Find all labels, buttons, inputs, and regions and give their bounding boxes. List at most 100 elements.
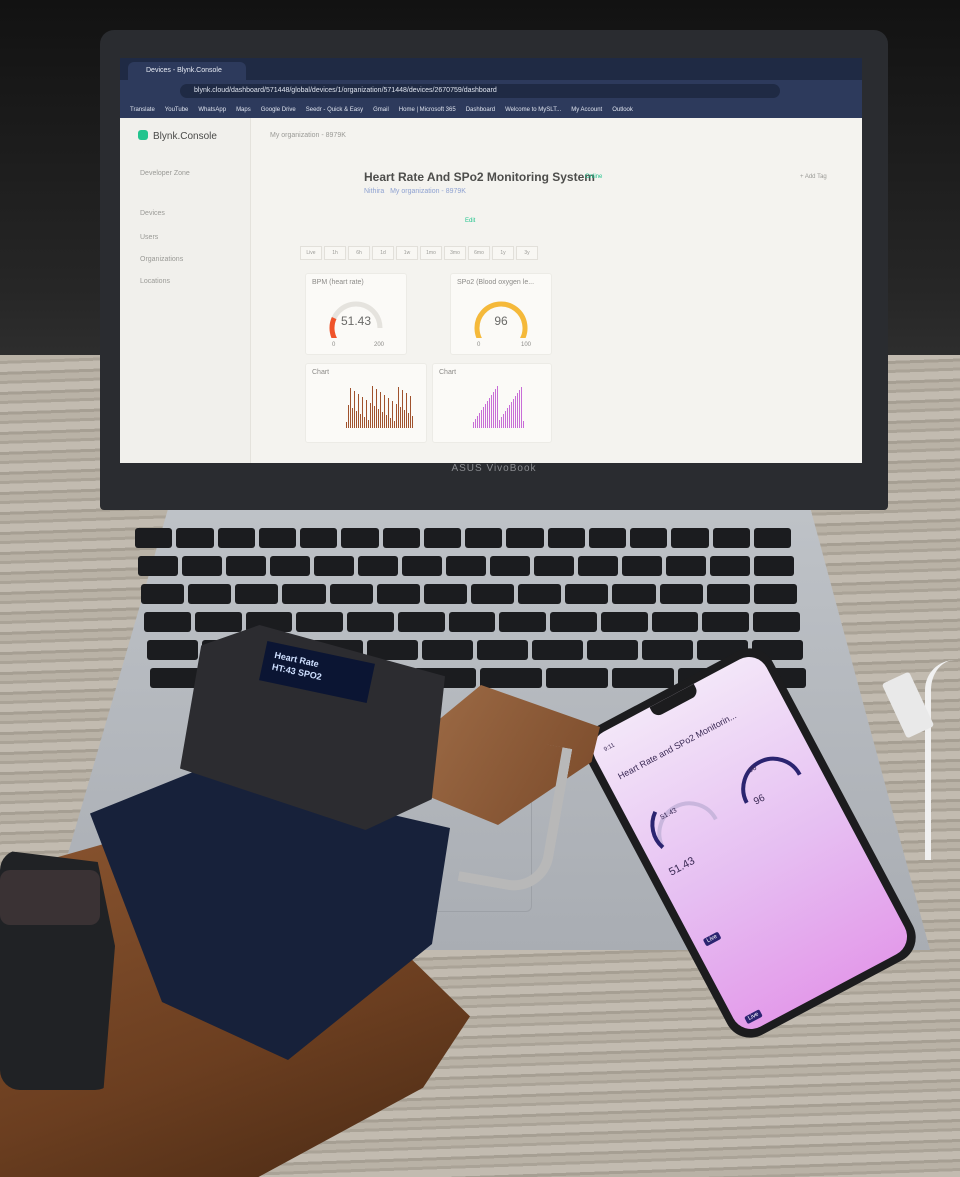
browser-tab[interactable]: Devices - Blynk.Console bbox=[128, 62, 246, 80]
keyboard-key bbox=[546, 668, 608, 688]
keyboard-key bbox=[630, 528, 668, 548]
chart-bar bbox=[350, 388, 351, 428]
bpm-gauge bbox=[329, 301, 383, 338]
chart-bar bbox=[354, 391, 355, 428]
keyboard-key bbox=[258, 528, 296, 548]
bookmark-item[interactable]: Welcome to MySLT... bbox=[505, 102, 561, 118]
bookmark-item[interactable]: YouTube bbox=[165, 102, 189, 118]
add-tag-button[interactable]: + Add Tag bbox=[800, 174, 827, 180]
bookmarks-bar: Translate YouTube WhatsApp Maps Google Drive… bbox=[120, 102, 862, 118]
spo2-gauge-widget: SPo2 (Blood oxygen le... 96 0 100 bbox=[450, 273, 552, 355]
chart-bar bbox=[513, 399, 514, 428]
chart-bar bbox=[366, 400, 367, 428]
keyboard-key bbox=[578, 556, 618, 576]
chart-bar bbox=[370, 403, 371, 428]
time-range-3mo[interactable]: 3mo bbox=[444, 246, 466, 260]
browser-tab-bar: Devices - Blynk.Console bbox=[120, 58, 862, 80]
keyboard-key bbox=[465, 528, 503, 548]
time-range-1mo[interactable]: 1mo bbox=[420, 246, 442, 260]
bpm-chart-widget: Chart bbox=[305, 363, 427, 443]
sidebar-item-devices[interactable]: Devices bbox=[140, 210, 165, 217]
keyboard-key bbox=[358, 556, 398, 576]
chart-bar bbox=[473, 422, 474, 428]
bookmark-item[interactable]: Translate bbox=[130, 102, 155, 118]
org-name[interactable]: My organization - 8979K bbox=[390, 188, 466, 195]
chart-bar bbox=[408, 413, 409, 428]
time-range-Live[interactable]: Live bbox=[300, 246, 322, 260]
bookmark-item[interactable]: Gmail bbox=[373, 102, 389, 118]
chart-bar bbox=[356, 411, 357, 428]
keyboard-key bbox=[329, 584, 373, 604]
bookmark-item[interactable]: Seedr - Quick & Easy bbox=[306, 102, 363, 118]
developer-zone[interactable]: Developer Zone bbox=[140, 170, 190, 177]
time-range-1d[interactable]: 1d bbox=[372, 246, 394, 260]
keyboard-key bbox=[499, 612, 547, 632]
bookmark-item[interactable]: Dashboard bbox=[466, 102, 495, 118]
phone-bpm-value: 51.43 bbox=[666, 854, 697, 879]
chart-bar bbox=[382, 412, 383, 428]
keyboard-key bbox=[397, 612, 445, 632]
chart-bar bbox=[406, 393, 407, 428]
owner-name[interactable]: Nithira bbox=[364, 188, 384, 195]
time-range-6mo[interactable]: 6mo bbox=[468, 246, 490, 260]
laptop-brand-label: ASUS VivoBook bbox=[451, 463, 537, 474]
bpm-chart bbox=[346, 386, 413, 428]
sidebar-item-organizations[interactable]: Organizations bbox=[140, 256, 183, 263]
keyboard-key bbox=[753, 584, 797, 604]
keyboard-key bbox=[176, 528, 214, 548]
sidebar-item-locations[interactable]: Locations bbox=[140, 278, 170, 285]
phone-live-tab[interactable]: Live bbox=[702, 931, 722, 947]
bookmark-item[interactable]: Outlook bbox=[612, 102, 633, 118]
edit-button[interactable]: Edit bbox=[465, 218, 475, 224]
keyboard-key bbox=[612, 584, 656, 604]
bookmark-item[interactable]: Home | Microsoft 365 bbox=[399, 102, 456, 118]
chart-bar bbox=[479, 413, 480, 428]
time-range-1w[interactable]: 1w bbox=[396, 246, 418, 260]
bookmark-item[interactable]: Maps bbox=[236, 102, 251, 118]
keyboard-key bbox=[188, 584, 232, 604]
chart-bar bbox=[487, 401, 488, 428]
chart-bar bbox=[368, 420, 369, 428]
bookmark-item[interactable]: Google Drive bbox=[261, 102, 296, 118]
keyboard-key bbox=[565, 584, 609, 604]
gauge-max: 200 bbox=[374, 342, 385, 348]
bpm-gauge-widget: BPM (heart rate) 51.43 0 200 bbox=[305, 273, 407, 355]
bookmark-item[interactable]: My Account bbox=[571, 102, 602, 118]
keyboard-key bbox=[477, 640, 528, 660]
chart-bar bbox=[348, 405, 349, 428]
chart-bar bbox=[358, 394, 359, 428]
keyboard-key bbox=[135, 528, 173, 548]
chart-bar bbox=[485, 404, 486, 428]
address-bar[interactable]: blynk.cloud/dashboard/571448/global/devi… bbox=[180, 84, 780, 98]
keyboard-key bbox=[532, 640, 583, 660]
chart-bar bbox=[511, 402, 512, 428]
workspace-selector[interactable]: My organization - 8979K bbox=[270, 132, 346, 139]
keyboard-key bbox=[235, 584, 279, 604]
keyboard-key bbox=[144, 612, 191, 632]
chart-bar bbox=[380, 392, 381, 428]
chart-bar bbox=[505, 411, 506, 428]
keyboard-key bbox=[270, 556, 310, 576]
device-owner: Nithira My organization - 8979K bbox=[364, 188, 466, 195]
time-range-3y[interactable]: 3y bbox=[516, 246, 538, 260]
keyboard-key bbox=[612, 668, 674, 688]
chart-bar bbox=[376, 389, 377, 428]
chart-bar bbox=[521, 387, 522, 428]
spo2-chart bbox=[473, 386, 524, 428]
time-range-1h[interactable]: 1h bbox=[324, 246, 346, 260]
time-range-6h[interactable]: 6h bbox=[348, 246, 370, 260]
chart-bar bbox=[384, 395, 385, 428]
keyboard-key bbox=[182, 556, 222, 576]
widget-title: BPM (heart rate) bbox=[312, 279, 364, 286]
sidebar-item-users[interactable]: Users bbox=[140, 234, 158, 241]
chart-bar bbox=[523, 421, 524, 428]
keyboard-key bbox=[217, 528, 255, 548]
phone-live-tab[interactable]: Live bbox=[744, 1009, 763, 1025]
bookmark-item[interactable]: WhatsApp bbox=[198, 102, 226, 118]
keyboard-key bbox=[534, 556, 574, 576]
keyboard-key bbox=[471, 584, 515, 604]
keyboard-key bbox=[622, 556, 662, 576]
time-range-1y[interactable]: 1y bbox=[492, 246, 514, 260]
blynk-console: Blynk.Console Developer Zone Devices Use… bbox=[120, 118, 862, 463]
keyboard-key bbox=[194, 612, 242, 632]
